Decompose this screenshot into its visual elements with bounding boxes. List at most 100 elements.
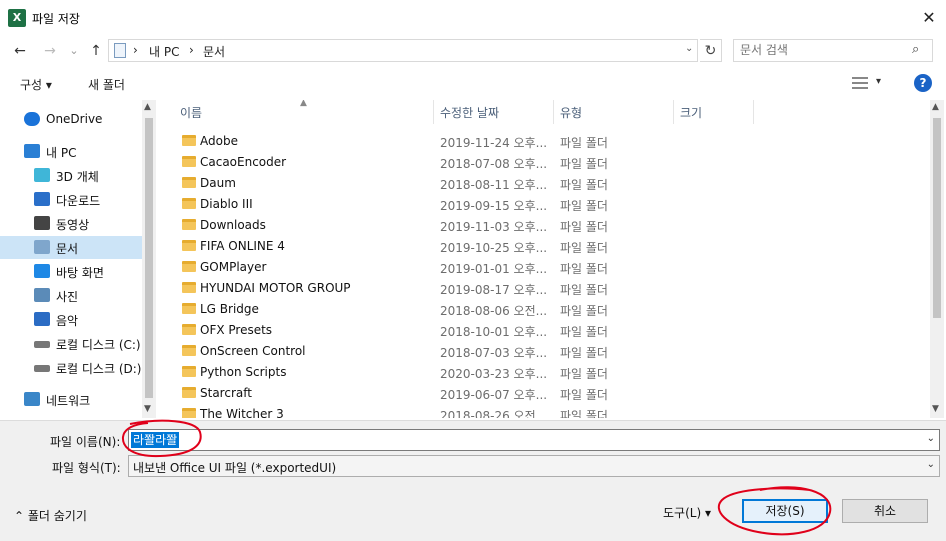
file-name: Diablo III xyxy=(200,197,253,211)
picture-icon xyxy=(34,288,50,302)
drive-icon xyxy=(34,365,50,372)
column-divider[interactable] xyxy=(553,100,554,124)
column-header-type[interactable]: 유형 xyxy=(560,104,582,121)
scroll-up-arrow-icon[interactable]: ▲ xyxy=(144,102,151,112)
search-icon[interactable]: ⌕ xyxy=(912,42,919,57)
drive-icon xyxy=(34,341,50,348)
scroll-up-arrow-icon[interactable]: ▲ xyxy=(932,102,939,112)
file-name: GOMPlayer xyxy=(200,260,267,274)
view-options-dropdown[interactable]: ▾ xyxy=(876,76,881,87)
sidebar-item[interactable]: 네트워크 xyxy=(0,388,142,411)
hide-folders-button[interactable]: ⌃ 폴더 숨기기 xyxy=(14,507,87,524)
list-item[interactable]: Python Scripts 2020-03-23 오후... 파일 폴더 xyxy=(176,362,756,383)
organize-button[interactable]: 구성 ▾ xyxy=(20,76,52,93)
sidebar-scroll-thumb[interactable] xyxy=(145,118,153,398)
search-input[interactable] xyxy=(740,43,910,57)
sidebar-scrollbar[interactable]: ▲ ▼ xyxy=(142,100,156,418)
list-item[interactable]: GOMPlayer 2019-01-01 오후... 파일 폴더 xyxy=(176,257,756,278)
sidebar-item[interactable]: 내 PC xyxy=(0,140,142,163)
sidebar-item[interactable]: 바탕 화면 xyxy=(0,260,142,283)
sidebar-item[interactable]: 음악 xyxy=(0,308,142,331)
breadcrumb-my-pc[interactable]: 내 PC xyxy=(149,43,179,60)
file-list-scroll-thumb[interactable] xyxy=(933,118,941,318)
file-name: HYUNDAI MOTOR GROUP xyxy=(200,281,351,295)
list-item[interactable]: FIFA ONLINE 4 2019-10-25 오후... 파일 폴더 xyxy=(176,236,756,257)
new-folder-button[interactable]: 새 폴더 xyxy=(88,76,125,93)
list-item[interactable]: Diablo III 2019-09-15 오후... 파일 폴더 xyxy=(176,194,756,215)
breadcrumb-separator: › xyxy=(189,43,194,57)
sidebar-item-label: 음악 xyxy=(56,314,79,328)
sidebar-item-label: 사진 xyxy=(56,290,79,304)
search-box[interactable]: ⌕ xyxy=(733,39,933,62)
list-item[interactable]: Downloads 2019-11-03 오후... 파일 폴더 xyxy=(176,215,756,236)
file-date: 2018-08-26 오전... xyxy=(440,409,548,418)
folder-icon xyxy=(182,177,196,188)
folder-icon xyxy=(182,282,196,293)
sidebar-item[interactable]: 로컬 디스크 (D:) xyxy=(0,356,142,379)
tools-button[interactable]: 도구(L) ▾ xyxy=(663,504,711,521)
folder-icon xyxy=(182,135,196,146)
title-bar: X 파일 저장 ✕ xyxy=(0,0,946,36)
sidebar-item[interactable]: 사진 xyxy=(0,284,142,307)
file-date: 2018-07-08 오후... xyxy=(440,157,548,171)
filename-label: 파일 이름(N): xyxy=(50,435,121,449)
column-divider[interactable] xyxy=(673,100,674,124)
column-header-date[interactable]: 수정한 날짜 xyxy=(440,104,499,121)
chevron-down-icon[interactable]: ⌄ xyxy=(927,433,935,444)
list-item[interactable]: HYUNDAI MOTOR GROUP 2019-08-17 오후... 파일 폴더 xyxy=(176,278,756,299)
sidebar-item[interactable]: 3D 개체 xyxy=(0,164,142,187)
sidebar-item[interactable]: 문서 xyxy=(0,236,142,259)
address-bar[interactable]: › 내 PC › 문서 ⌄ xyxy=(108,39,698,62)
cancel-button[interactable]: 취소 xyxy=(842,499,928,523)
list-item[interactable]: The Witcher 3 2018-08-26 오전... 파일 폴더 xyxy=(176,404,756,418)
file-type: 파일 폴더 xyxy=(560,409,608,418)
chevron-down-icon[interactable]: ⌄ xyxy=(685,43,693,54)
view-options-icon[interactable] xyxy=(852,77,868,89)
list-item[interactable]: OFX Presets 2018-10-01 오후... 파일 폴더 xyxy=(176,320,756,341)
sidebar-item[interactable]: 다운로드 xyxy=(0,188,142,211)
recent-locations-button[interactable]: ⌄ xyxy=(62,40,86,62)
file-type: 파일 폴더 xyxy=(560,367,608,381)
list-item[interactable]: CacaoEncoder 2018-07-08 오후... 파일 폴더 xyxy=(176,152,756,173)
list-item[interactable]: Adobe 2019-11-24 오후... 파일 폴더 xyxy=(176,131,756,152)
refresh-button[interactable]: ↻ xyxy=(700,39,722,62)
forward-button[interactable]: → xyxy=(38,40,62,62)
file-date: 2018-07-03 오후... xyxy=(440,346,548,360)
filetype-value[interactable]: 내보낸 Office UI 파일 (*.exportedUI) xyxy=(133,459,336,476)
filename-value[interactable]: 라쫠라쫠 xyxy=(131,432,180,448)
breadcrumb-documents[interactable]: 문서 xyxy=(203,43,225,60)
save-button[interactable]: 저장(S) xyxy=(742,499,828,523)
column-header-name[interactable]: 이름 xyxy=(180,104,202,121)
file-list-scrollbar[interactable]: ▲ ▼ xyxy=(930,100,944,418)
file-date: 2020-03-23 오후... xyxy=(440,367,548,381)
list-item[interactable]: Daum 2018-08-11 오후... 파일 폴더 xyxy=(176,173,756,194)
list-item[interactable]: LG Bridge 2018-08-06 오전... 파일 폴더 xyxy=(176,299,756,320)
sidebar-item[interactable]: OneDrive xyxy=(0,108,142,131)
list-item[interactable]: OnScreen Control 2018-07-03 오후... 파일 폴더 xyxy=(176,341,756,362)
file-date: 2019-11-24 오후... xyxy=(440,136,548,150)
filename-field[interactable]: 라쫠라쫠 ⌄ xyxy=(128,429,940,451)
column-divider[interactable] xyxy=(753,100,754,124)
sidebar-item[interactable]: 로컬 디스크 (C:) xyxy=(0,332,142,355)
up-button[interactable]: ↑ xyxy=(84,40,108,62)
scroll-down-arrow-icon[interactable]: ▼ xyxy=(932,404,939,414)
list-item[interactable]: Starcraft 2019-06-07 오후... 파일 폴더 xyxy=(176,383,756,404)
back-button[interactable]: ← xyxy=(8,40,32,62)
document-icon xyxy=(34,240,50,254)
filetype-select[interactable]: 내보낸 Office UI 파일 (*.exportedUI) ⌄ xyxy=(128,455,940,477)
save-form-panel: 파일 이름(N): 라쫠라쫠 ⌄ 파일 형식(T): 내보낸 Office UI… xyxy=(0,420,946,541)
folder-icon xyxy=(182,198,196,209)
file-type: 파일 폴더 xyxy=(560,220,608,234)
scroll-down-arrow-icon[interactable]: ▼ xyxy=(144,404,151,414)
column-divider[interactable] xyxy=(433,100,434,124)
folder-icon xyxy=(182,303,196,314)
video-icon xyxy=(34,216,50,230)
sidebar-item-label: 바탕 화면 xyxy=(56,266,104,280)
close-button[interactable]: ✕ xyxy=(914,4,944,32)
chevron-down-icon[interactable]: ⌄ xyxy=(927,459,935,470)
help-button[interactable]: ? xyxy=(914,74,932,92)
file-type: 파일 폴더 xyxy=(560,241,608,255)
sidebar-item[interactable]: 동영상 xyxy=(0,212,142,235)
file-type: 파일 폴더 xyxy=(560,325,608,339)
column-header-size[interactable]: 크기 xyxy=(680,104,702,121)
